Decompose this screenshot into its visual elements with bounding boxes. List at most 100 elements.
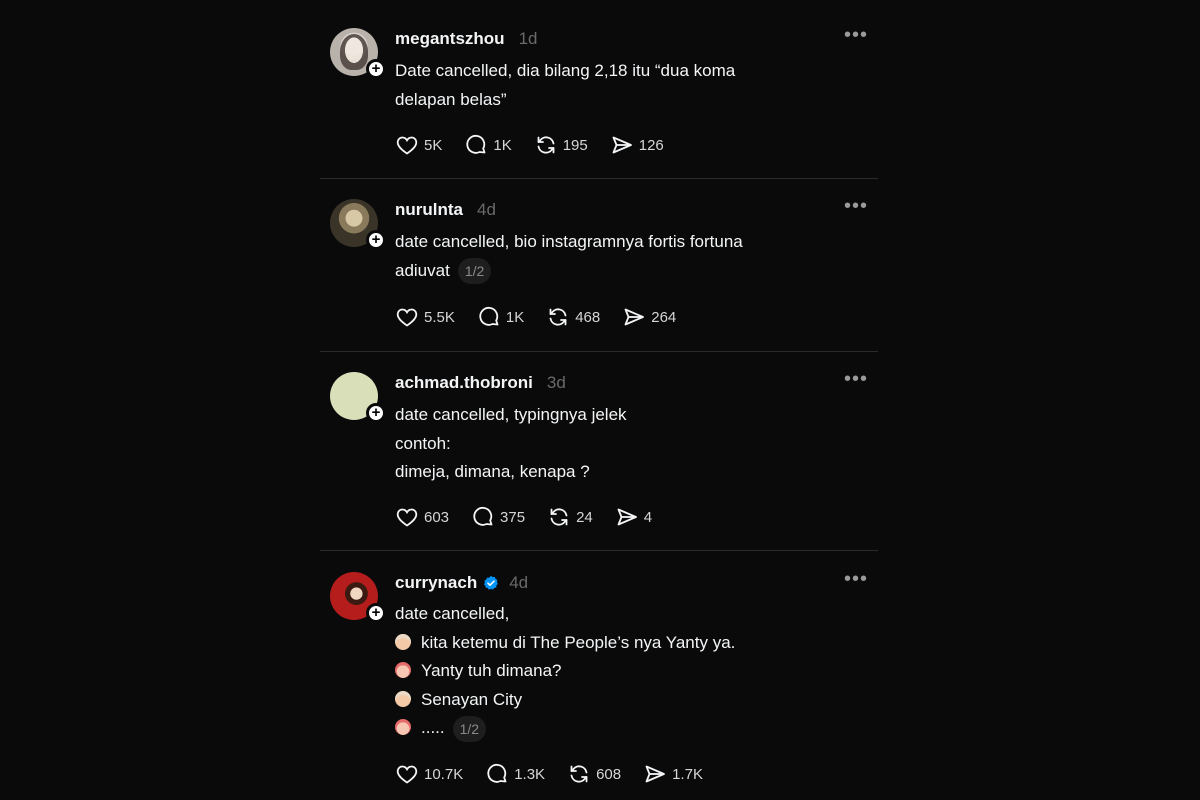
post-text-line: ..... 1/2 [395, 714, 855, 743]
comment-button[interactable]: 1K [464, 133, 512, 157]
post-text: date cancelled, kita ketemu di The Peopl… [395, 600, 855, 743]
post-time[interactable]: 4d [509, 573, 528, 593]
comment-bubble-icon [473, 506, 493, 526]
post-text: Date cancelled, dia bilang 2,18 itu “dua… [395, 57, 855, 114]
page-indicator[interactable]: 1/2 [452, 715, 487, 742]
share-button[interactable]: 264 [622, 305, 676, 329]
avatar-container[interactable]: + [330, 28, 386, 79]
post-time[interactable]: 3d [547, 373, 566, 393]
repost-count: 195 [562, 136, 588, 154]
like-button[interactable]: 10.7K [395, 762, 463, 786]
share-button[interactable]: 126 [610, 133, 664, 157]
more-options-icon[interactable]: ••• [844, 369, 868, 394]
boy-emoji-icon [395, 690, 411, 707]
post-text-line: delapan belas” [395, 89, 507, 109]
comment-bubble-icon [466, 134, 486, 154]
share-count: 126 [638, 136, 664, 154]
post-actions: 603 375 24 4 [395, 505, 674, 529]
more-options-icon[interactable]: ••• [844, 25, 868, 50]
post-text-fragment: ..... [421, 718, 445, 737]
post-text-fragment: Senayan City [421, 689, 523, 709]
post-text-line: kita ketemu di The People’s nya Yanty ya… [395, 629, 855, 658]
username[interactable]: megantszhou [395, 29, 505, 49]
post-text: date cancelled, typingnya jelek contoh: … [395, 401, 855, 487]
comment-count: 1.3K [514, 765, 546, 783]
post-text-line: date cancelled, bio instagramnya fortis … [395, 232, 743, 251]
username[interactable]: nurulnta [395, 200, 463, 220]
girl-emoji-icon [395, 719, 411, 735]
avatar-container[interactable]: + [330, 199, 386, 250]
post-text-fragment: adiuvat [395, 260, 450, 280]
post-text-fragment: Yanty tuh dimana? [421, 661, 562, 680]
like-count: 603 [424, 508, 450, 526]
post-time[interactable]: 4d [477, 200, 496, 220]
post-text-line: date cancelled, [395, 604, 510, 623]
like-button[interactable]: 5K [395, 133, 442, 157]
follow-plus-icon[interactable]: + [366, 230, 386, 250]
comment-bubble-icon [479, 306, 499, 326]
repost-button[interactable]: 195 [534, 133, 588, 157]
heart-icon [396, 308, 418, 327]
like-count: 10.7K [424, 765, 464, 783]
follow-plus-icon[interactable]: + [366, 59, 386, 79]
post-header: megantszhou 1d [395, 28, 537, 50]
like-count: 5.5K [424, 308, 455, 326]
share-button[interactable]: 1.7K [643, 762, 703, 786]
share-count: 1.7K [672, 765, 703, 783]
girl-emoji-icon [395, 662, 411, 678]
comment-bubble-icon [487, 763, 507, 783]
repost-button[interactable]: 468 [546, 305, 600, 329]
post-time[interactable]: 1d [519, 29, 538, 49]
comment-count: 1K [505, 308, 525, 326]
post-text: date cancelled, bio instagramnya fortis … [395, 228, 855, 285]
post-text-line: dimeja, dimana, kenapa ? [395, 462, 590, 481]
username[interactable]: currynach [395, 573, 477, 593]
post-header: achmad.thobroni 3d [395, 372, 566, 394]
post-header: currynach 4d [395, 572, 528, 594]
page-indicator[interactable]: 1/2 [457, 258, 492, 285]
comment-button[interactable]: 1K [477, 305, 524, 329]
like-button[interactable]: 5.5K [395, 305, 455, 329]
comment-count: 375 [500, 508, 526, 526]
post-actions: 10.7K 1.3K 608 1.7K [395, 762, 725, 786]
post-header: nurulnta 4d [395, 199, 496, 221]
post-divider [320, 351, 878, 352]
follow-plus-icon[interactable]: + [366, 603, 386, 623]
comment-button[interactable]: 1.3K [485, 762, 545, 786]
heart-icon [396, 765, 418, 784]
avatar-container[interactable]: + [330, 572, 386, 623]
heart-icon [396, 508, 418, 527]
post-text-line: Date cancelled, dia bilang 2,18 itu “dua… [395, 61, 736, 80]
more-options-icon[interactable]: ••• [844, 196, 868, 221]
share-button[interactable]: 4 [615, 505, 652, 529]
comment-button[interactable]: 375 [471, 505, 525, 529]
send-icon [624, 308, 645, 326]
send-icon [645, 765, 665, 783]
share-count: 4 [643, 508, 653, 526]
more-options-icon[interactable]: ••• [844, 569, 868, 594]
repost-count: 24 [576, 508, 593, 526]
repost-icon [549, 308, 567, 326]
repost-icon [570, 765, 588, 783]
repost-button[interactable]: 24 [547, 505, 593, 529]
post-text-line: adiuvat 1/2 [395, 257, 855, 286]
like-count: 5K [424, 136, 443, 154]
post-actions: 5K 1K 195 126 [395, 133, 686, 157]
post-divider [320, 178, 878, 179]
repost-icon [550, 508, 568, 526]
follow-plus-icon[interactable]: + [366, 403, 386, 423]
post-text-line: contoh: [395, 433, 451, 453]
post-divider [320, 550, 878, 551]
heart-icon [396, 136, 418, 155]
avatar-container[interactable]: + [330, 372, 386, 423]
repost-icon [537, 136, 555, 154]
send-icon [612, 136, 632, 154]
username[interactable]: achmad.thobroni [395, 373, 533, 393]
verified-badge-icon [484, 575, 499, 590]
share-count: 264 [651, 308, 677, 326]
like-button[interactable]: 603 [395, 505, 449, 529]
post-text-line: Senayan City [395, 686, 855, 715]
send-icon [617, 508, 637, 526]
repost-button[interactable]: 608 [567, 762, 621, 786]
post-text-fragment: kita ketemu di The People’s nya Yanty ya… [421, 632, 736, 652]
